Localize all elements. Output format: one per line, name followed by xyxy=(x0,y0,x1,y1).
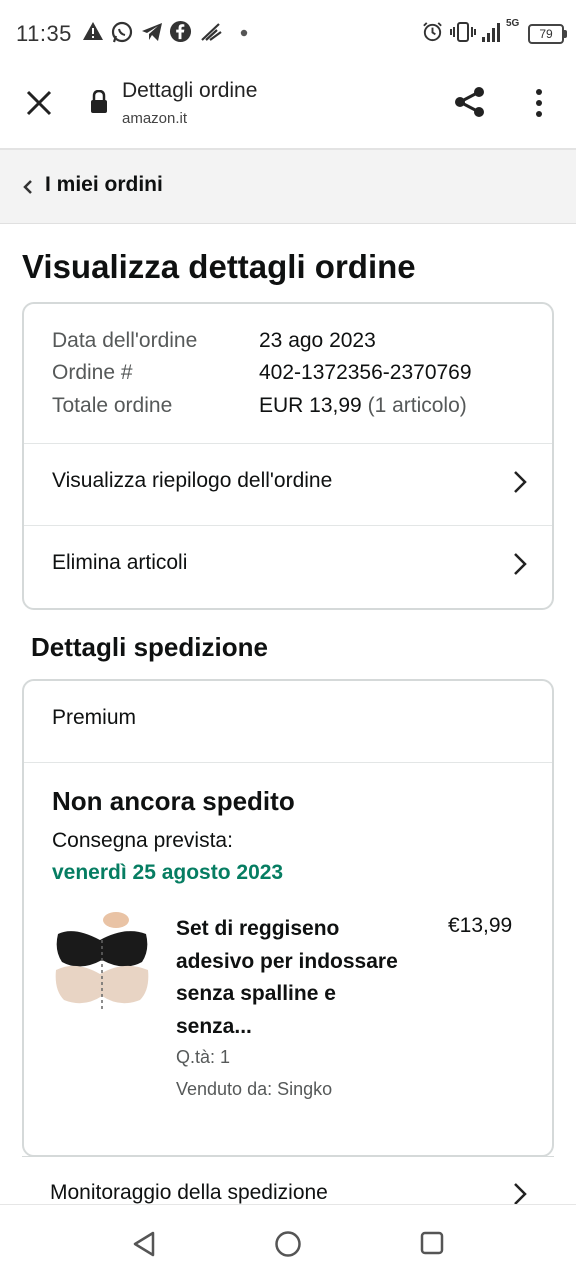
order-total-value: EUR 13,99 (1 articolo) xyxy=(259,394,467,418)
product-price: €13,99 xyxy=(448,914,513,937)
chevron-right-icon[interactable] xyxy=(513,1182,527,1206)
battery-icon: 79 xyxy=(528,24,567,44)
order-number-label: Ordine # xyxy=(52,361,133,384)
breadcrumb-my-orders[interactable]: I miei ordini xyxy=(45,173,163,197)
main-heading: Visualizza dettagli ordine xyxy=(22,248,416,285)
recents-nav-icon[interactable] xyxy=(420,1231,444,1255)
more-icon[interactable] xyxy=(533,88,545,118)
whatsapp-icon xyxy=(111,21,133,43)
order-date-label: Data dell'ordine xyxy=(52,329,198,352)
network-type: 5G xyxy=(506,18,520,29)
close-icon[interactable] xyxy=(26,90,52,116)
battery-level: 79 xyxy=(539,27,553,41)
lock-icon xyxy=(91,90,107,113)
delivery-label: Consegna prevista: xyxy=(52,829,233,852)
shipment-status: Non ancora spedito xyxy=(52,786,295,816)
divider xyxy=(24,762,552,763)
divider xyxy=(24,443,552,444)
track-shipment-link[interactable]: Monitoraggio della spedizione xyxy=(50,1181,328,1205)
warning-icon xyxy=(83,22,103,40)
divider xyxy=(22,1156,554,1157)
chevron-left-icon[interactable] xyxy=(22,179,34,195)
chevron-right-icon[interactable] xyxy=(513,552,527,576)
system-nav-bar xyxy=(0,1204,576,1281)
app-icon xyxy=(201,23,222,41)
chevron-right-icon[interactable] xyxy=(513,470,527,494)
browser-toolbar xyxy=(0,68,576,150)
order-date-value: 23 ago 2023 xyxy=(259,329,376,352)
shipping-method: Premium xyxy=(52,706,137,729)
order-total-items: (1 articolo) xyxy=(367,394,467,417)
status-bar: 11:35 5G 79 xyxy=(0,0,576,68)
order-total-amount: EUR 13,99 xyxy=(259,394,362,417)
facebook-icon xyxy=(169,20,192,43)
status-time: 11:35 xyxy=(16,21,72,46)
signal-icon xyxy=(482,23,500,42)
delete-items-link[interactable]: Elimina articoli xyxy=(52,551,187,575)
page-domain[interactable]: amazon.it xyxy=(122,110,187,127)
order-number-value: 402-1372356-2370769 xyxy=(259,361,472,384)
page-title[interactable]: Dettagli ordine xyxy=(122,79,257,103)
divider xyxy=(24,525,552,526)
back-nav-icon[interactable] xyxy=(132,1231,156,1257)
share-icon[interactable] xyxy=(454,86,486,118)
dot-icon xyxy=(240,29,248,37)
order-total-label: Totale ordine xyxy=(52,394,173,417)
delivery-date: venerdì 25 agosto 2023 xyxy=(52,861,284,884)
product-quantity: Q.tà: 1 xyxy=(176,1047,231,1067)
product-title[interactable]: Set di reggiseno adesivo per indossare s… xyxy=(176,913,406,1043)
view-order-summary-link[interactable]: Visualizza riepilogo dell'ordine xyxy=(52,469,332,493)
telegram-icon xyxy=(142,23,162,41)
alarm-icon xyxy=(423,22,442,42)
product-image[interactable] xyxy=(54,910,150,1014)
product-seller: Venduto da: Singko xyxy=(176,1079,333,1099)
shipping-heading: Dettagli spedizione xyxy=(31,632,268,662)
vibrate-icon xyxy=(450,22,476,42)
home-nav-icon[interactable] xyxy=(274,1230,302,1258)
